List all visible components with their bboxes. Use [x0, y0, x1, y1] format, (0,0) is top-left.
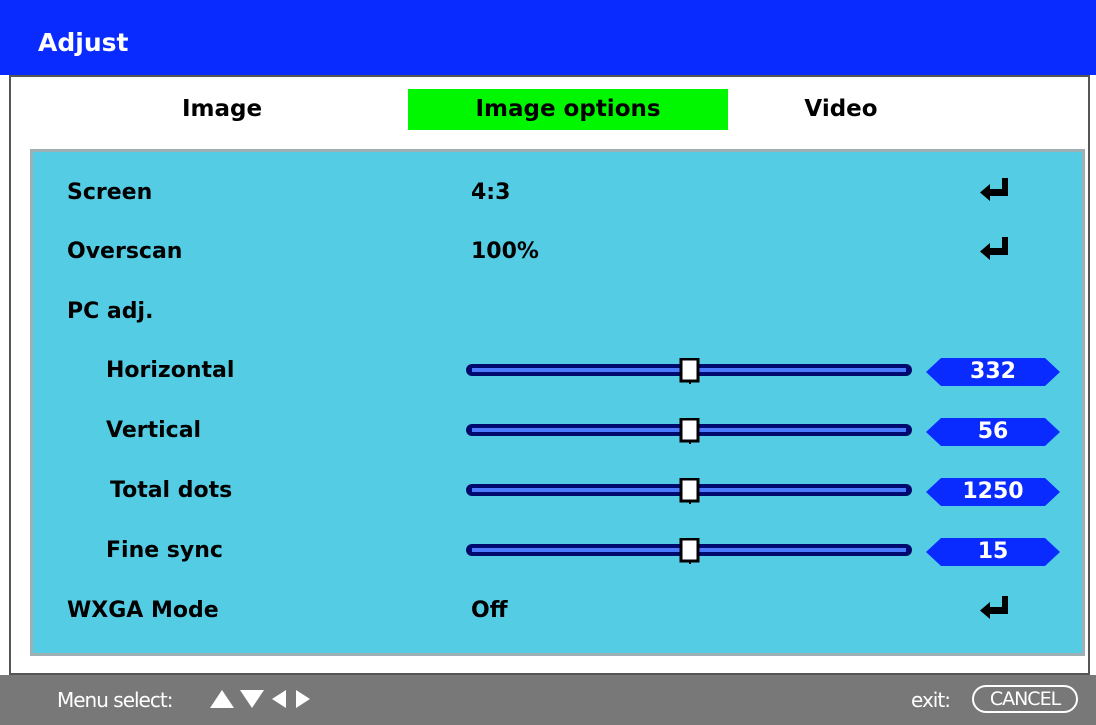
enter-icon[interactable]	[980, 178, 1010, 202]
tab-image-options[interactable]: Image options	[408, 89, 728, 130]
tab-image[interactable]: Image	[122, 89, 322, 130]
fine-sync-value: 15	[977, 539, 1009, 564]
total-dots-value: 1250	[962, 479, 1024, 504]
status-bar: Menu select: exit: CANCEL	[0, 675, 1096, 725]
arrow-keys-icon	[210, 690, 310, 708]
screen-label[interactable]: Screen	[67, 178, 152, 208]
vertical-slider[interactable]	[465, 418, 913, 444]
settings-panel	[30, 149, 1085, 656]
overscan-label[interactable]: Overscan	[67, 237, 182, 267]
window-title: Adjust	[38, 28, 129, 57]
fine-sync-slider[interactable]	[465, 538, 913, 564]
fine-sync-label[interactable]: Fine sync	[106, 536, 223, 566]
exit-label: exit:	[911, 688, 951, 712]
cancel-button[interactable]: CANCEL	[972, 685, 1078, 713]
horizontal-value: 332	[970, 359, 1016, 384]
menu-select-label: Menu select:	[57, 688, 173, 712]
enter-icon[interactable]	[980, 596, 1010, 620]
enter-icon[interactable]	[980, 237, 1010, 261]
wxga-mode-label[interactable]: WXGA Mode	[67, 596, 219, 626]
total-dots-slider[interactable]	[465, 478, 913, 504]
total-dots-label[interactable]: Total dots	[110, 476, 232, 506]
title-bar: Adjust	[0, 0, 1096, 75]
wxga-mode-value: Off	[471, 598, 508, 623]
vertical-label[interactable]: Vertical	[106, 416, 201, 446]
pc-adj-label: PC adj.	[67, 299, 154, 324]
vertical-value: 56	[977, 419, 1009, 444]
screen-value: 4:3	[471, 180, 511, 205]
tab-video[interactable]: Video	[766, 89, 916, 130]
horizontal-slider[interactable]	[465, 358, 913, 384]
horizontal-label[interactable]: Horizontal	[106, 356, 234, 386]
overscan-value: 100%	[471, 239, 539, 264]
